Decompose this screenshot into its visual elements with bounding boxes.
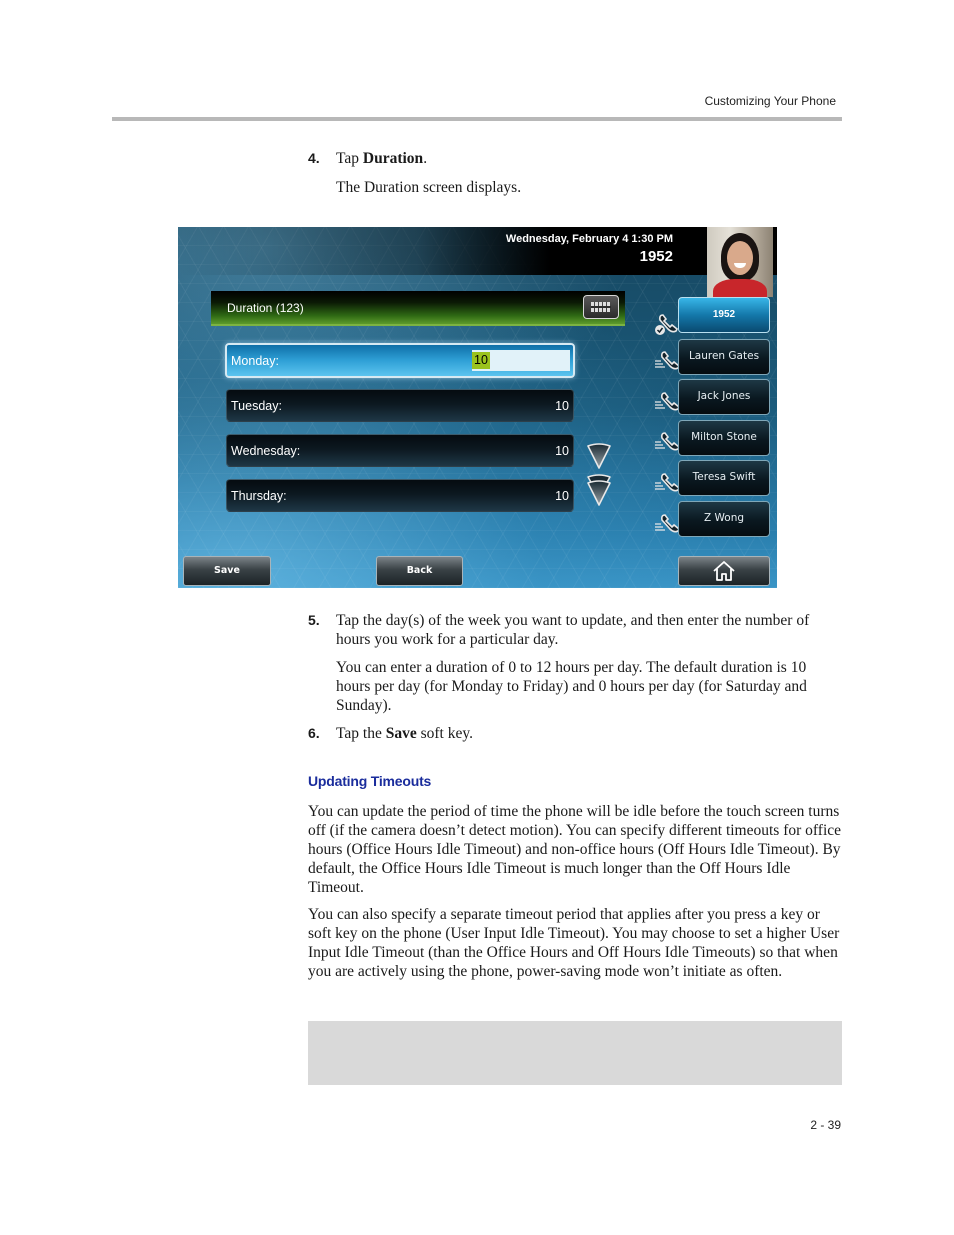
section-heading: Updating Timeouts (308, 773, 432, 789)
phone-screen: Wednesday, February 4 1:30 PM 1952 Durat… (178, 227, 777, 588)
line-key-jack-jones[interactable]: Jack Jones (678, 379, 770, 415)
line-key-1952[interactable]: 1952 (678, 297, 770, 333)
line-key-z-wong[interactable]: Z Wong (678, 501, 770, 537)
preview-face (727, 241, 753, 275)
scroll-to-end-icon[interactable] (586, 473, 612, 507)
status-bar: Wednesday, February 4 1:30 PM 1952 (178, 227, 777, 275)
handset-speed-dial-icon (655, 514, 680, 533)
field-wednesday[interactable]: Wednesday: 10 (226, 434, 574, 467)
running-header: Customizing Your Phone (704, 94, 836, 108)
section-paragraph: You can also specify a separate timeout … (308, 906, 840, 980)
step-text: Tap Duration. (336, 149, 842, 168)
step-text-part: Tap (336, 150, 363, 167)
save-soft-key[interactable]: Save (183, 556, 271, 586)
back-soft-key[interactable]: Back (376, 556, 463, 586)
handset-registered-icon (655, 314, 679, 335)
page-number: 2 - 39 (810, 1118, 841, 1132)
scroll-down-icon[interactable] (586, 442, 612, 470)
step-number: 4. (308, 150, 320, 166)
field-thursday[interactable]: Thursday: 10 (226, 479, 574, 512)
handset-speed-dial-icon (655, 432, 680, 451)
screen-title-bar: Duration (123) (211, 291, 625, 326)
line-key-lauren-gates[interactable]: Lauren Gates (678, 339, 770, 375)
step-text-part: Tap the (336, 725, 386, 742)
step-text-part: . (423, 150, 428, 167)
keyboard-icon (591, 302, 611, 312)
step-text-part: soft key. (416, 725, 473, 742)
line-key-milton-stone[interactable]: Milton Stone (678, 420, 770, 456)
home-icon (713, 561, 735, 581)
handset-speed-dial-icon (655, 392, 680, 411)
preview-shirt (713, 279, 767, 297)
field-value-selected: 10 (472, 352, 490, 369)
field-label: Wednesday: (231, 444, 301, 458)
handset-speed-dial-icon (655, 473, 680, 492)
step-bold-term: Save (385, 725, 417, 742)
camera-preview (707, 227, 773, 297)
step-4-result: The Duration screen displays. (336, 179, 522, 196)
field-value: 10 (555, 444, 569, 458)
home-soft-key[interactable] (678, 556, 770, 586)
step-5-note: You can enter a duration of 0 to 12 hour… (336, 659, 807, 714)
header-rule (112, 117, 842, 121)
step-bold-term: Duration (362, 150, 424, 167)
note-box (308, 1021, 842, 1085)
step-text: Tap the day(s) of the week you want to u… (336, 612, 810, 648)
line-key-teresa-swift[interactable]: Teresa Swift (678, 460, 770, 496)
field-tuesday[interactable]: Tuesday: 10 (226, 389, 574, 422)
field-input[interactable]: 10 (472, 350, 570, 371)
screen-title: Duration (123) (227, 301, 304, 315)
field-label: Thursday: (231, 489, 287, 503)
field-value: 10 (555, 489, 569, 503)
handset-speed-dial-icon (655, 351, 680, 370)
keyboard-button[interactable] (583, 295, 619, 319)
status-line-number: 1952 (639, 248, 673, 265)
section-paragraph: You can update the period of time the ph… (308, 803, 842, 896)
field-label: Tuesday: (231, 399, 282, 413)
step-number: 5. (308, 612, 320, 628)
field-label: Monday: (231, 354, 279, 368)
field-value: 10 (555, 399, 569, 413)
status-datetime: Wednesday, February 4 1:30 PM (505, 233, 673, 245)
step-text: Tap the Save soft key. (336, 724, 842, 743)
field-monday[interactable]: Monday: 10 (225, 343, 575, 378)
step-number: 6. (308, 725, 320, 741)
